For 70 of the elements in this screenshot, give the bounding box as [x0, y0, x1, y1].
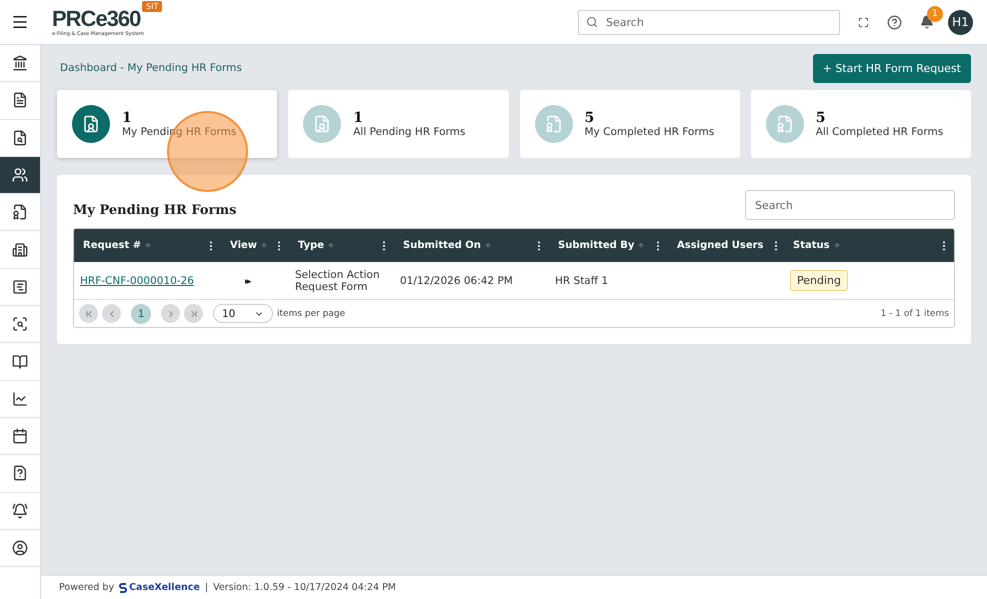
table-search-box[interactable]: Search — [745, 190, 955, 220]
version-text: Version: 1.0.59 - 10/17/2024 04:24 PM — [213, 582, 396, 593]
column-header[interactable]: Request # — [74, 229, 221, 262]
book-icon — [12, 354, 28, 370]
table-cell-text: Selection Action Request Form — [294, 268, 381, 294]
summary-card[interactable]: 5 My Completed HR Forms — [520, 90, 740, 158]
users-icon — [12, 167, 28, 184]
document-icon — [12, 92, 28, 108]
scan-icon — [12, 316, 28, 332]
sidebar-item[interactable] — [0, 156, 40, 194]
sort-icon[interactable] — [144, 242, 152, 250]
first-page-button[interactable] — [79, 304, 98, 323]
card-count: 5 — [584, 110, 596, 126]
table-search-field[interactable]: Search — [753, 198, 947, 212]
building-icon — [12, 242, 28, 258]
breadcrumb: Dashboard - My Pending HR Forms — [60, 62, 242, 74]
column-header[interactable]: Type — [289, 229, 394, 262]
line-chart-icon — [12, 390, 28, 407]
chart-square-icon — [12, 278, 28, 295]
help-icon[interactable] — [887, 14, 902, 30]
column-header[interactable]: Submitted By — [549, 229, 668, 262]
start-request-button[interactable]: + Start HR Form Request — [812, 54, 971, 82]
items-summary: 1 - 1 of 1 items — [880, 308, 949, 318]
bank-icon — [12, 55, 28, 72]
card-label: All Completed HR Forms — [816, 126, 944, 138]
column-header[interactable]: View — [221, 229, 289, 262]
sort-icon[interactable] — [327, 242, 336, 250]
column-header[interactable]: Status — [784, 229, 954, 262]
first-page-icon — [84, 308, 94, 318]
summary-card[interactable]: 5 All Completed HR Forms — [750, 90, 971, 158]
table-cell-text: 01/12/2026 06:42 PM — [399, 274, 514, 288]
status-badge: Pending — [790, 270, 848, 291]
user-circle-icon — [12, 540, 28, 556]
user-avatar[interactable]: H1 — [948, 10, 973, 34]
sort-icon[interactable] — [832, 242, 841, 250]
card-label: My Completed HR Forms — [584, 126, 714, 138]
logo: PRCe360 — [52, 7, 142, 31]
card-count: 5 — [816, 110, 826, 126]
sort-icon[interactable] — [260, 242, 268, 250]
request-link[interactable]: HRF-CNF-0000010-26 — [80, 274, 194, 286]
search-field[interactable]: Search — [604, 14, 832, 30]
sort-icon[interactable] — [484, 242, 492, 250]
question-file-icon — [12, 465, 28, 482]
file-search-icon — [12, 130, 28, 146]
menu-icon — [11, 13, 29, 31]
sort-icon[interactable] — [637, 242, 646, 250]
last-page-button[interactable] — [184, 304, 203, 323]
bell-icon — [12, 502, 28, 519]
card-label: All Pending HR Forms — [353, 126, 466, 138]
summary-card[interactable]: 1 All Pending HR Forms — [288, 90, 508, 158]
separator: | — [204, 582, 208, 593]
page-size-dropdown[interactable]: 10 — [213, 304, 273, 323]
search-icon — [586, 16, 598, 28]
page-size-label: items per page — [277, 308, 346, 318]
fullscreen-icon[interactable] — [858, 16, 869, 28]
calendar-icon — [12, 428, 28, 444]
page-button[interactable]: 1 — [131, 304, 151, 324]
notification-badge: 1 — [927, 6, 943, 22]
card-count: 1 — [353, 110, 364, 126]
view-button[interactable]: ▸▸ — [245, 276, 249, 286]
environment-badge: SIT — [142, 1, 162, 12]
column-header[interactable]: Submitted On — [394, 229, 549, 262]
powered-by-text: Powered by — [59, 582, 114, 593]
card-count: 1 — [122, 110, 133, 126]
last-page-icon — [188, 308, 198, 318]
table-cell-text: HR Staff 1 — [554, 274, 609, 288]
search-box[interactable]: Search — [578, 10, 840, 34]
brand-logo: CaseXellence — [119, 582, 200, 593]
panel-title: My Pending HR Forms — [73, 202, 236, 218]
column-header[interactable]: Assigned Users — [668, 229, 784, 262]
